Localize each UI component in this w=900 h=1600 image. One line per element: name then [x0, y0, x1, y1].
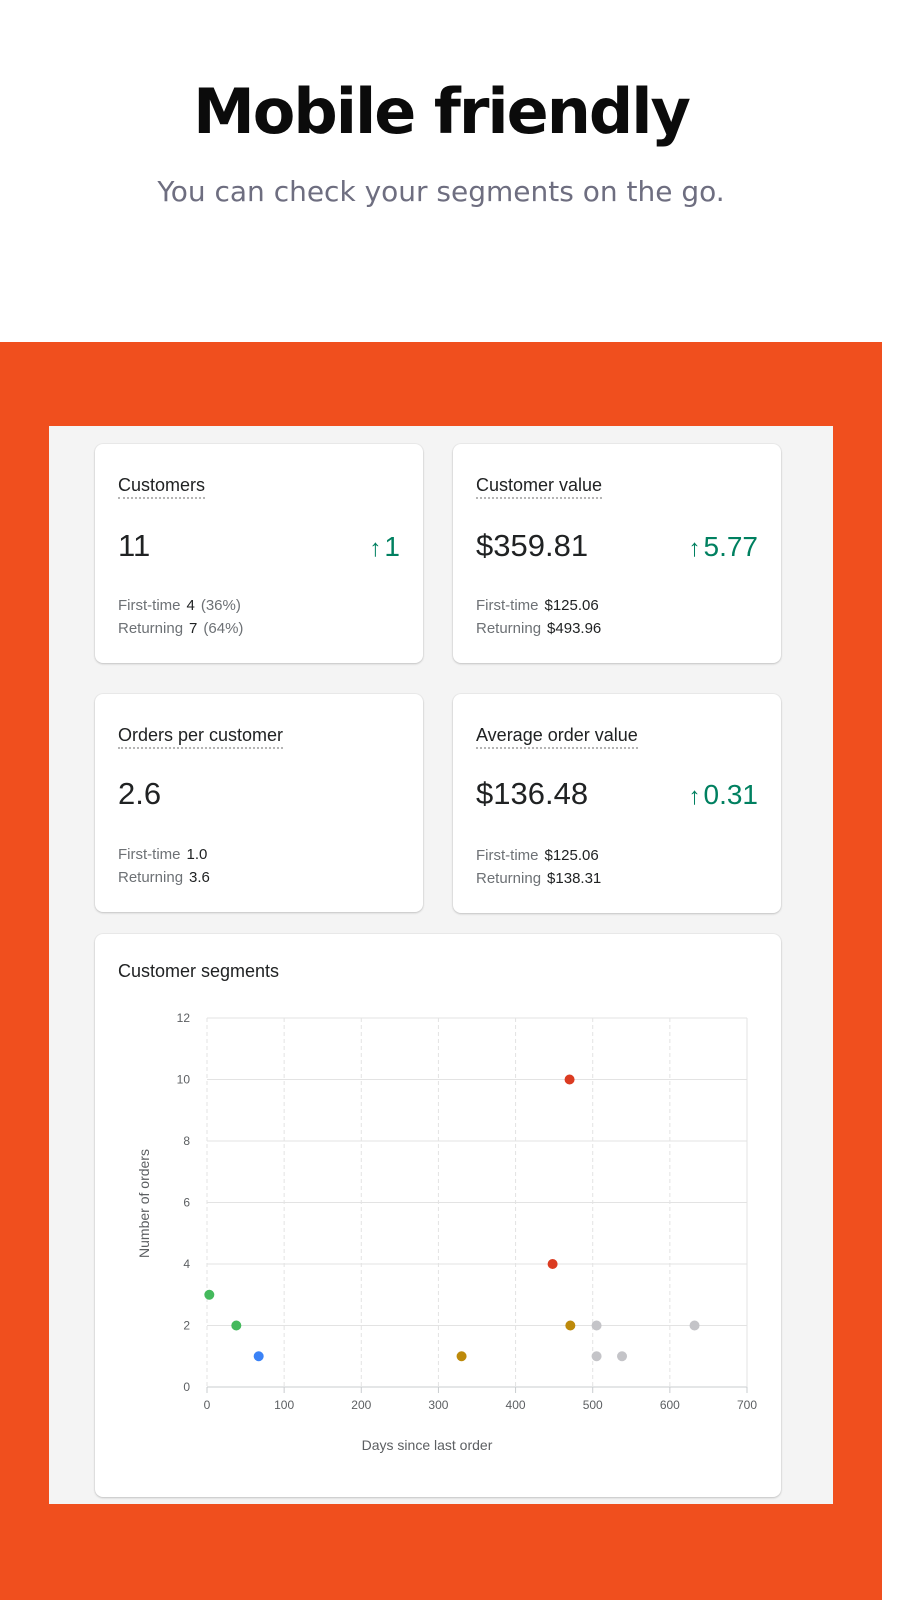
x-tick-label: 700: [737, 1398, 757, 1412]
scatter-point: [253, 1351, 264, 1362]
y-tick-label: 12: [177, 1011, 191, 1025]
breakdown-row: Returning 3.6: [118, 866, 210, 889]
y-tick-label: 6: [183, 1196, 190, 1210]
scatter-point: [564, 1074, 575, 1085]
breakdown-row: Returning 7 (64%): [118, 617, 243, 640]
average-order-value-value: $136.48: [476, 776, 589, 811]
scatter-point: [547, 1259, 558, 1269]
customer-segments-chart: 0 2 4 6 8 10 12 0 100 200 300 400 500 600 700 Days sinc…: [136, 1011, 757, 1453]
breakdown-row: First-time $125.06: [476, 594, 601, 617]
y-tick-label: 2: [183, 1319, 190, 1333]
breakdown-value: $125.06: [544, 597, 599, 614]
customers-title[interactable]: Customers: [118, 474, 206, 499]
scatter-point: [565, 1320, 576, 1331]
average-order-value-card[interactable]: Average order value $136.48 ↑ 0.31 First-…: [453, 694, 781, 913]
breakdown-value: 7: [189, 620, 198, 637]
customers-change: ↑ 1: [369, 530, 400, 566]
x-tick-label: 300: [428, 1398, 448, 1412]
customer-value-change: ↑ 5.77: [689, 530, 759, 566]
customer-segments-card: Customer segments 0 2 4 6 8 10 12 0 100 200 300 400…: [95, 934, 781, 1497]
breakdown-value: 4: [186, 597, 195, 614]
y-tick-label: 10: [177, 1073, 191, 1087]
scatter-point: [231, 1320, 242, 1331]
breakdown-percent: (64%): [203, 620, 244, 637]
breakdown-value: 3.6: [189, 869, 210, 886]
breakdown-row: Returning $138.31: [476, 867, 601, 890]
scatter-point: [591, 1351, 602, 1362]
orders-per-customer-breakdown: First-time 1.0 Returning 3.6: [118, 843, 210, 889]
orders-per-customer-value: 2.6: [118, 776, 162, 811]
breakdown-label: Returning: [118, 620, 184, 637]
breakdown-percent: (36%): [200, 597, 241, 614]
y-tick-label: 8: [183, 1134, 190, 1148]
arrow-up-icon: ↑: [369, 535, 382, 562]
scatter-point: [591, 1320, 602, 1331]
x-tick-label: 200: [351, 1398, 371, 1412]
scatter-point: [689, 1320, 700, 1331]
scatter-point: [204, 1289, 215, 1300]
arrow-up-icon: ↑: [688, 535, 701, 562]
breakdown-label: First-time: [118, 846, 181, 863]
breakdown-label: First-time: [476, 597, 539, 614]
orders-per-customer-title[interactable]: Orders per customer: [118, 724, 284, 749]
breakdown-row: Returning $493.96: [476, 617, 601, 640]
customers-breakdown: First-time 4 (36%) Returning 7 (64%): [118, 594, 243, 640]
breakdown-value: $138.31: [547, 870, 602, 887]
breakdown-value: $125.06: [544, 847, 599, 864]
breakdown-value: $493.96: [547, 620, 602, 637]
hero-title: Mobile friendly: [193, 75, 691, 148]
breakdown-label: First-time: [118, 597, 181, 614]
scatter-point: [456, 1351, 467, 1362]
x-tick-label: 500: [583, 1398, 603, 1412]
hero-subtitle: You can check your segments on the go.: [157, 175, 725, 208]
customer-value-card[interactable]: Customer value $359.81 ↑ 5.77 First-time $…: [453, 444, 781, 663]
y-axis-label: Number of orders: [136, 1149, 152, 1258]
breakdown-label: First-time: [476, 847, 539, 864]
orders-per-customer-card[interactable]: Orders per customer 2.6 First-time 1.0 Re…: [95, 694, 423, 912]
breakdown-label: Returning: [118, 869, 184, 886]
average-order-value-title[interactable]: Average order value: [476, 724, 638, 749]
customer-value-title[interactable]: Customer value: [476, 474, 603, 499]
customers-change-value: 1: [384, 531, 400, 562]
average-order-value-change: ↑ 0.31: [689, 778, 759, 814]
y-tick-label: 0: [183, 1380, 190, 1394]
x-axis-label: Days since last order: [362, 1437, 493, 1453]
average-order-value-change-value: 0.31: [703, 779, 759, 810]
x-tick-label: 600: [660, 1398, 680, 1412]
customer-value-breakdown: First-time $125.06 Returning $493.96: [476, 594, 601, 640]
customer-value-value: $359.81: [476, 528, 589, 563]
breakdown-value: 1.0: [186, 846, 208, 863]
x-tick-label: 0: [204, 1398, 211, 1412]
breakdown-label: Returning: [476, 620, 542, 637]
x-tick-label: 400: [506, 1398, 526, 1412]
customers-card[interactable]: Customers 11 ↑ 1 First-time 4 (36%) Returni…: [95, 444, 423, 663]
breakdown-row: First-time 1.0: [118, 843, 210, 866]
average-order-value-breakdown: First-time $125.06 Returning $138.31: [476, 844, 601, 890]
breakdown-row: First-time 4 (36%): [118, 594, 243, 617]
arrow-up-icon: ↑: [688, 783, 701, 810]
scatter-point: [617, 1351, 628, 1362]
customers-value: 11: [118, 528, 151, 563]
customer-value-change-value: 5.77: [703, 531, 759, 562]
phone-screen: Customers 11 ↑ 1 First-time 4 (36%) Returni…: [49, 426, 833, 1504]
x-tick-label: 100: [274, 1398, 294, 1412]
y-tick-label: 4: [183, 1257, 190, 1271]
breakdown-row: First-time $125.06: [476, 844, 601, 867]
breakdown-label: Returning: [476, 870, 542, 887]
